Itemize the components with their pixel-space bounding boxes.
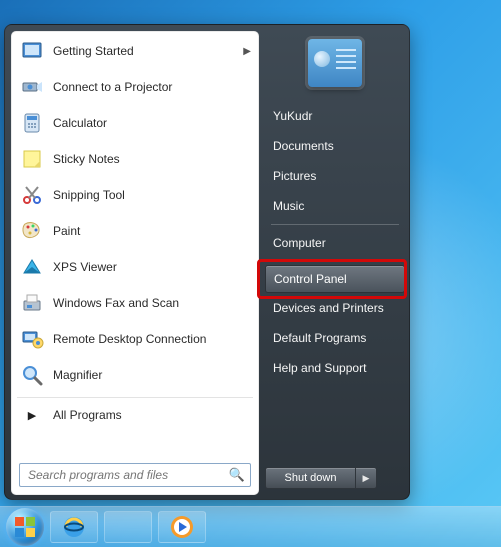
program-label: Windows Fax and Scan xyxy=(53,296,251,310)
program-label: Connect to a Projector xyxy=(53,80,251,94)
desktop: Getting Started ▶ Connect to a Projector… xyxy=(0,0,501,547)
taskbar-wmp-button[interactable] xyxy=(158,511,206,543)
user-avatar-icon[interactable] xyxy=(308,39,362,87)
program-label: XPS Viewer xyxy=(53,260,251,274)
calculator-icon xyxy=(19,110,45,136)
program-item-sticky[interactable]: Sticky Notes xyxy=(11,141,259,177)
program-label: Magnifier xyxy=(53,368,251,382)
program-item-calculator[interactable]: Calculator xyxy=(11,105,259,141)
rdp-icon xyxy=(19,326,45,352)
paint-icon xyxy=(19,218,45,244)
shutdown-options-button[interactable]: ▶ xyxy=(355,467,377,489)
right-item-yukudr[interactable]: YuKudr xyxy=(265,101,405,131)
program-item-xps[interactable]: XPS Viewer xyxy=(11,249,259,285)
program-item-fax[interactable]: Windows Fax and Scan xyxy=(11,285,259,321)
right-item-computer[interactable]: Computer xyxy=(265,228,405,258)
all-programs-label: All Programs xyxy=(53,408,122,422)
program-label: Snipping Tool xyxy=(53,188,251,202)
separator xyxy=(271,224,399,225)
program-list: Getting Started ▶ Connect to a Projector… xyxy=(11,31,259,395)
taskbar xyxy=(0,506,501,547)
right-item-documents[interactable]: Documents xyxy=(265,131,405,161)
right-item-help-and-support[interactable]: Help and Support xyxy=(265,353,405,383)
search-icon: 🔍 xyxy=(229,467,245,483)
fax-icon xyxy=(19,290,45,316)
start-left-pane: Getting Started ▶ Connect to a Projector… xyxy=(11,31,259,495)
shutdown-button[interactable]: Shut down xyxy=(265,467,355,489)
start-right-pane: YuKudrDocumentsPicturesMusic Computer Cont… xyxy=(265,31,405,495)
shutdown-label: Shut down xyxy=(285,472,337,484)
program-item-paint[interactable]: Paint xyxy=(11,213,259,249)
right-item-control-panel[interactable]: Control Panel xyxy=(265,265,405,293)
right-list: YuKudrDocumentsPicturesMusic Computer Cont… xyxy=(265,101,405,383)
program-item-magnifier[interactable]: Magnifier xyxy=(11,357,259,393)
program-item-snip[interactable]: Snipping Tool xyxy=(11,177,259,213)
program-item-getting-started[interactable]: Getting Started ▶ xyxy=(11,33,259,69)
ie-icon xyxy=(61,514,87,540)
search-row: 🔍 xyxy=(19,463,251,487)
program-label: Remote Desktop Connection xyxy=(53,332,251,346)
xps-icon xyxy=(19,254,45,280)
magnifier-icon xyxy=(19,362,45,388)
program-label: Calculator xyxy=(53,116,251,130)
getting-started-icon xyxy=(19,38,45,64)
start-menu: Getting Started ▶ Connect to a Projector… xyxy=(4,24,410,500)
projector-icon xyxy=(19,74,45,100)
wmp-icon xyxy=(169,514,195,540)
chevron-right-icon: ▶ xyxy=(243,46,251,57)
sticky-icon xyxy=(19,146,45,172)
right-item-pictures[interactable]: Pictures xyxy=(265,161,405,191)
right-item-music[interactable]: Music xyxy=(265,191,405,221)
program-item-projector[interactable]: Connect to a Projector xyxy=(11,69,259,105)
chevron-right-icon: ▶ xyxy=(19,409,45,422)
right-item-default-programs[interactable]: Default Programs xyxy=(265,323,405,353)
shutdown-group: Shut down ▶ xyxy=(265,467,377,489)
program-label: Getting Started xyxy=(53,44,243,58)
all-programs[interactable]: ▶ All Programs xyxy=(11,400,259,430)
separator xyxy=(271,261,399,262)
highlighted-wrapper: Control Panel xyxy=(265,265,405,293)
search-input[interactable] xyxy=(19,463,251,487)
snip-icon xyxy=(19,182,45,208)
taskbar-explorer-button[interactable] xyxy=(104,511,152,543)
program-item-rdp[interactable]: Remote Desktop Connection xyxy=(11,321,259,357)
right-item-devices-and-printers[interactable]: Devices and Printers xyxy=(265,293,405,323)
taskbar-ie-button[interactable] xyxy=(50,511,98,543)
program-label: Sticky Notes xyxy=(53,152,251,166)
taskbar-items xyxy=(0,507,501,547)
separator xyxy=(17,397,253,398)
program-label: Paint xyxy=(53,224,251,238)
start-button[interactable] xyxy=(6,508,44,546)
